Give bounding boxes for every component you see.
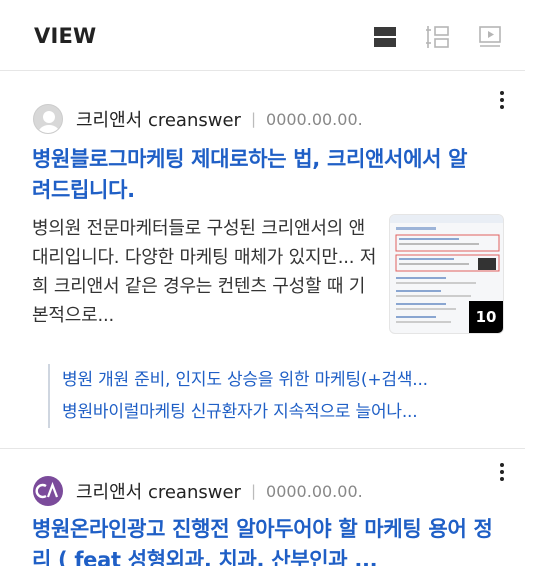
related-post-link[interactable]: 병원바이럴마케팅 신규환자가 지속적으로 늘어나... [62, 396, 428, 428]
avatar[interactable] [33, 476, 63, 506]
related-posts: 병원 개원 준비, 인지도 상승을 위한 마케팅(+검색... 병원바이럴마케팅… [48, 364, 428, 428]
related-post-link[interactable]: 병원 개원 준비, 인지도 상승을 위한 마케팅(+검색... [62, 364, 428, 396]
list-view-icon[interactable] [424, 24, 450, 50]
post-card: 크리앤서 creanswer | 0000.00.00. 병원온라인광고 진행전… [0, 449, 525, 566]
more-options-icon[interactable] [499, 91, 505, 111]
post-title-link[interactable]: 병원블로그마케팅 제대로하는 법, 크리앤서에서 알려드립니다. [32, 144, 482, 206]
author-line: 크리앤서 creanswer | 0000.00.00. [76, 104, 363, 134]
post-title-link[interactable]: 병원온라인광고 진행전 알아두어야 할 마케팅 용어 정리 ( feat 성형외… [32, 514, 502, 566]
view-header: VIEW [0, 0, 525, 71]
avatar[interactable] [33, 104, 63, 134]
creanswer-logo-icon [35, 481, 59, 499]
post-description[interactable]: 병의원 전문마케터들로 구성된 크리앤서의 앤대리입니다. 다양한 마케팅 매체… [32, 214, 377, 330]
author-line: 크리앤서 creanswer | 0000.00.00. [76, 476, 363, 506]
card-view-icon[interactable] [372, 24, 398, 50]
author-name[interactable]: 크리앤서 creanswer [76, 478, 241, 504]
separator: | [250, 110, 257, 128]
image-count-badge: 10 [469, 301, 503, 333]
video-view-icon[interactable] [477, 24, 503, 50]
author-name[interactable]: 크리앤서 creanswer [76, 106, 241, 132]
post-date: 0000.00.00. [266, 481, 363, 501]
view-title: VIEW [34, 24, 97, 48]
post-date: 0000.00.00. [266, 109, 363, 129]
more-options-icon[interactable] [499, 463, 505, 483]
post-card: 크리앤서 creanswer | 0000.00.00. 병원블로그마케팅 제대… [0, 71, 525, 449]
post-thumbnail[interactable]: 10 [389, 214, 504, 334]
separator: | [250, 482, 257, 500]
